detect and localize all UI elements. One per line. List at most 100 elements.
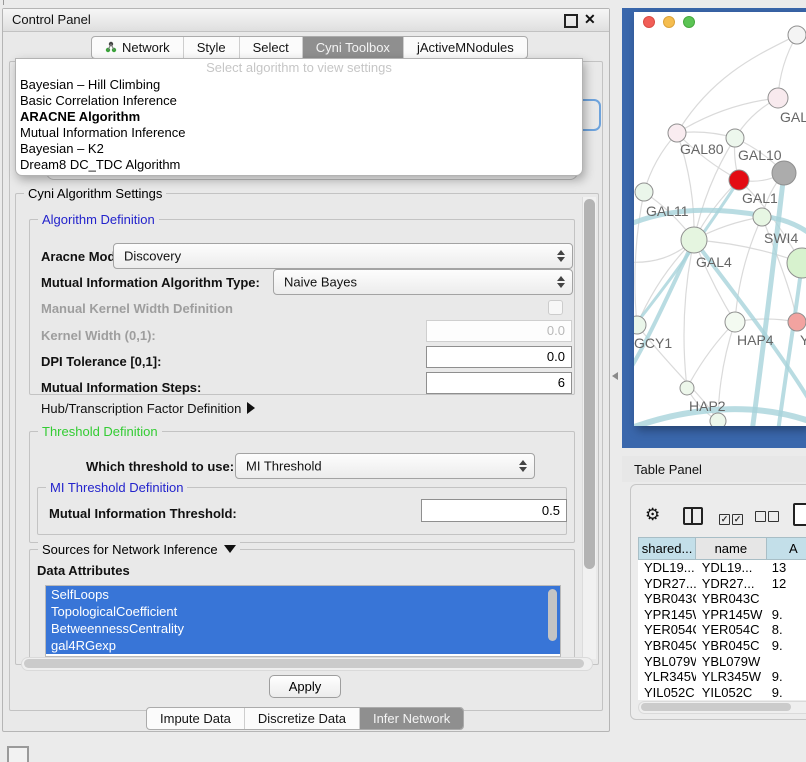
- mi-algorithm-type-combobox[interactable]: Naive Bayes: [273, 269, 573, 295]
- column-header-a[interactable]: A: [767, 537, 806, 560]
- which-threshold-combobox[interactable]: MI Threshold: [235, 453, 535, 479]
- network-edge[interactable]: [735, 217, 762, 322]
- manual-kernel-width-checkbox[interactable]: [548, 300, 563, 315]
- table-cell[interactable]: YDL19...: [638, 560, 696, 576]
- table-row[interactable]: YDL19...YDL19...13: [638, 560, 806, 576]
- attributes-scrollbar-thumb[interactable]: [548, 589, 557, 641]
- mi-threshold-field[interactable]: 0.5: [421, 499, 567, 522]
- settings-scrollbar-track[interactable]: [582, 197, 596, 659]
- algorithm-option-mutual-information-inference[interactable]: Mutual Information Inference: [16, 125, 582, 141]
- algorithm-option-basic-correlation-inference[interactable]: Basic Correlation Inference: [16, 93, 582, 109]
- apply-button[interactable]: Apply: [269, 675, 341, 698]
- algorithm-option-bayesian-hill-climbing[interactable]: Bayesian – Hill Climbing: [16, 77, 582, 93]
- table-cell[interactable]: 9.: [766, 607, 806, 623]
- float-panel-icon[interactable]: [564, 14, 578, 28]
- network-node-gal80[interactable]: [668, 124, 686, 142]
- column-header-name[interactable]: name: [696, 537, 766, 560]
- table-cell[interactable]: 13: [766, 560, 806, 576]
- network-node-gal1[interactable]: [729, 170, 749, 190]
- divider-collapse-arrow[interactable]: [612, 372, 618, 380]
- table-cell[interactable]: YBR043C: [638, 591, 696, 607]
- tab-discretize-data[interactable]: Discretize Data: [244, 708, 359, 729]
- close-panel-icon[interactable]: ✕: [584, 11, 596, 28]
- table-hscrollbar-thumb[interactable]: [641, 703, 791, 711]
- gear-icon[interactable]: ⚙: [645, 505, 660, 525]
- network-node-gal10[interactable]: [726, 129, 744, 147]
- table-row[interactable]: YDR27...YDR27...12: [638, 576, 806, 592]
- table-row[interactable]: YBR043CYBR043C: [638, 591, 806, 607]
- table-cell[interactable]: 9.: [766, 685, 806, 701]
- network-node-bottom-green[interactable]: [710, 413, 726, 426]
- tab-style[interactable]: Style: [183, 37, 239, 58]
- table-cell[interactable]: [766, 654, 806, 670]
- tab-impute-data[interactable]: Impute Data: [147, 708, 244, 729]
- aracne-mode-combobox[interactable]: Discovery: [113, 243, 573, 269]
- table-row[interactable]: YIL052CYIL052C9.: [638, 685, 806, 701]
- table-cell[interactable]: YLR345W: [638, 669, 696, 685]
- network-canvas[interactable]: GAL7GAL80GAL10GAL1GAL11SWI4GAL4GCY1HAP4Y…: [634, 12, 806, 426]
- columns-icon[interactable]: [683, 507, 703, 525]
- settings-hscrollbar-track[interactable]: [21, 657, 593, 671]
- table-cell[interactable]: YLR345W: [696, 669, 766, 685]
- table-cell[interactable]: YIL052C: [638, 685, 696, 701]
- docked-panel-icon[interactable]: [7, 746, 29, 762]
- table-row[interactable]: YPR145WYPR145W9.: [638, 607, 806, 623]
- network-node-gray-node[interactable]: [772, 161, 796, 185]
- table-cell[interactable]: 12: [766, 576, 806, 592]
- algorithm-option-aracne-algorithm[interactable]: ARACNE Algorithm: [16, 109, 582, 125]
- network-edge[interactable]: [687, 322, 735, 388]
- attribute-item-betweennesscentrality[interactable]: BetweennessCentrality: [46, 620, 560, 637]
- table-cell[interactable]: YBR043C: [696, 591, 766, 607]
- network-node-top-right[interactable]: [788, 26, 806, 44]
- table-cell[interactable]: YDR27...: [638, 576, 696, 592]
- network-node-swi4[interactable]: [753, 208, 771, 226]
- algorithm-option-dream8-dc-tdc-algorithm[interactable]: Dream8 DC_TDC Algorithm: [16, 157, 582, 173]
- table-cell[interactable]: YER054C: [638, 622, 696, 638]
- deselect-all-icon[interactable]: [755, 509, 781, 527]
- network-node-gcy1[interactable]: [634, 316, 646, 334]
- mi-steps-field[interactable]: 6: [426, 372, 572, 394]
- settings-hscrollbar-thumb[interactable]: [24, 659, 584, 668]
- network-edge[interactable]: [644, 133, 677, 192]
- attribute-item-gal4rgexp[interactable]: gal4RGexp: [46, 637, 560, 654]
- algorithm-option-bayesian-k2[interactable]: Bayesian – K2: [16, 141, 582, 157]
- tab-cyni-toolbox[interactable]: Cyni Toolbox: [302, 37, 403, 58]
- network-node-salmon[interactable]: [788, 313, 806, 331]
- tab-infer-network[interactable]: Infer Network: [359, 708, 463, 729]
- stepper-arrows-icon[interactable]: [557, 276, 565, 288]
- hub-definition-toggle[interactable]: Hub/Transcription Factor Definition: [41, 401, 255, 416]
- stepper-arrows-icon[interactable]: [557, 250, 565, 262]
- table-cell[interactable]: YBL079W: [696, 654, 766, 670]
- column-header-shared[interactable]: shared...: [638, 537, 696, 560]
- table-row[interactable]: YLR345WYLR345W9.: [638, 669, 806, 685]
- select-all-icon[interactable]: ✓✓: [719, 509, 745, 527]
- table-row[interactable]: YBL079WYBL079W: [638, 654, 806, 670]
- network-edge[interactable]: [778, 263, 802, 426]
- network-node-gal7[interactable]: [768, 88, 788, 108]
- network-node-hap4[interactable]: [725, 312, 745, 332]
- network-node-big-green[interactable]: [787, 248, 806, 278]
- table-row[interactable]: YER054CYER054C8.: [638, 622, 806, 638]
- network-edge[interactable]: [635, 192, 644, 325]
- table-cell[interactable]: YDL19...: [696, 560, 766, 576]
- tab-jactivemnodules[interactable]: jActiveMNodules: [403, 37, 527, 58]
- attribute-item-selfloops[interactable]: SelfLoops: [46, 586, 560, 603]
- table-cell[interactable]: YPR145W: [638, 607, 696, 623]
- dpi-tolerance-field[interactable]: 0.0: [426, 346, 572, 368]
- tab-network[interactable]: Network: [92, 37, 183, 58]
- tab-select[interactable]: Select: [239, 37, 302, 58]
- table-cell[interactable]: [766, 591, 806, 607]
- sources-label-wrap[interactable]: Sources for Network Inference: [38, 542, 240, 557]
- network-node-hap2[interactable]: [680, 381, 694, 395]
- table-cell[interactable]: YPR145W: [696, 607, 766, 623]
- stepper-arrows-icon[interactable]: [519, 460, 527, 472]
- table-row[interactable]: YBR045CYBR045C9.: [638, 638, 806, 654]
- network-edge[interactable]: [694, 240, 735, 322]
- table-hscrollbar-track[interactable]: [638, 701, 806, 714]
- network-node-gal11[interactable]: [635, 183, 653, 201]
- table-cell[interactable]: YER054C: [696, 622, 766, 638]
- table-cell[interactable]: YBR045C: [638, 638, 696, 654]
- attribute-item-topologicalcoefficient[interactable]: TopologicalCoefficient: [46, 603, 560, 620]
- table-cell[interactable]: YDR27...: [696, 576, 766, 592]
- export-table-icon[interactable]: [793, 503, 806, 526]
